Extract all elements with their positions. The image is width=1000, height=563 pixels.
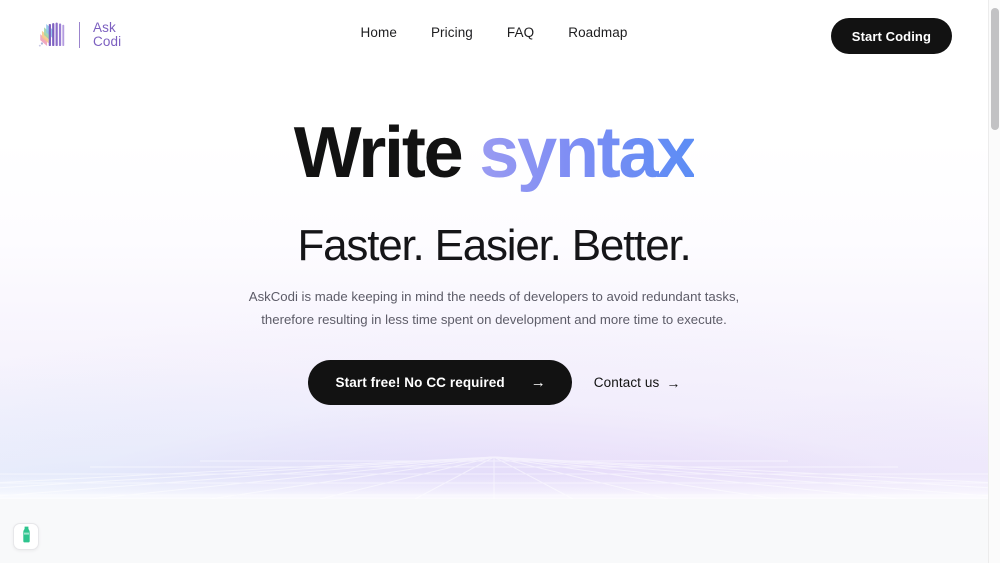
start-free-button[interactable]: Start free! No CC required → xyxy=(307,360,572,405)
contact-us-label: Contact us xyxy=(593,375,660,390)
contact-us-link[interactable]: Contact us → xyxy=(594,375,681,390)
green-bottle-icon xyxy=(20,526,33,548)
hero-description: AskCodi is made keeping in mind the need… xyxy=(244,286,744,331)
page-canvas: Ask Codi Home Pricing FAQ Roadmap Start … xyxy=(0,0,988,563)
brand-logo[interactable]: Ask Codi xyxy=(36,18,121,52)
scrollbar-thumb[interactable] xyxy=(991,8,999,130)
site-header: Ask Codi Home Pricing FAQ Roadmap Start … xyxy=(0,0,988,72)
brand-divider xyxy=(79,22,80,48)
hero-headline: Write syntax xyxy=(0,117,988,189)
below-hero-section xyxy=(0,499,988,563)
main-navigation: Home Pricing FAQ Roadmap xyxy=(361,25,628,40)
start-free-button-label: Start free! No CC required xyxy=(335,375,505,390)
stacked-cards-logo-icon xyxy=(36,18,70,52)
nav-link-pricing[interactable]: Pricing xyxy=(431,25,473,40)
nav-link-home[interactable]: Home xyxy=(361,25,397,40)
brand-line-2: Codi xyxy=(93,34,122,49)
browser-viewport: Ask Codi Home Pricing FAQ Roadmap Start … xyxy=(0,0,1000,563)
hero-description-line-2: therefore resulting in less time spent o… xyxy=(261,311,727,327)
hero-cta-row: Start free! No CC required → Contact us … xyxy=(0,360,988,405)
hero-headline-word-write: Write xyxy=(293,113,464,193)
hero-description-line-1: AskCodi is made keeping in mind the need… xyxy=(248,289,740,304)
nav-link-roadmap[interactable]: Roadmap xyxy=(568,25,627,40)
vertical-scrollbar[interactable] xyxy=(988,0,1000,563)
nav-link-faq[interactable]: FAQ xyxy=(507,25,534,40)
hero-subheadline: Faster. Easier. Better. xyxy=(297,221,691,270)
brand-wordmark: Ask Codi xyxy=(88,19,122,49)
hero-section: Write syntax Faster. Easier. Better. Ask… xyxy=(0,0,988,499)
start-coding-button[interactable]: Start Coding xyxy=(830,18,952,54)
arrow-right-icon: → xyxy=(530,374,546,391)
arrow-right-icon: → xyxy=(666,374,681,391)
brand-line-1: Ask xyxy=(93,19,116,35)
hero-headline-word-syntax: syntax xyxy=(479,113,696,193)
floating-widget-button[interactable] xyxy=(13,523,39,550)
